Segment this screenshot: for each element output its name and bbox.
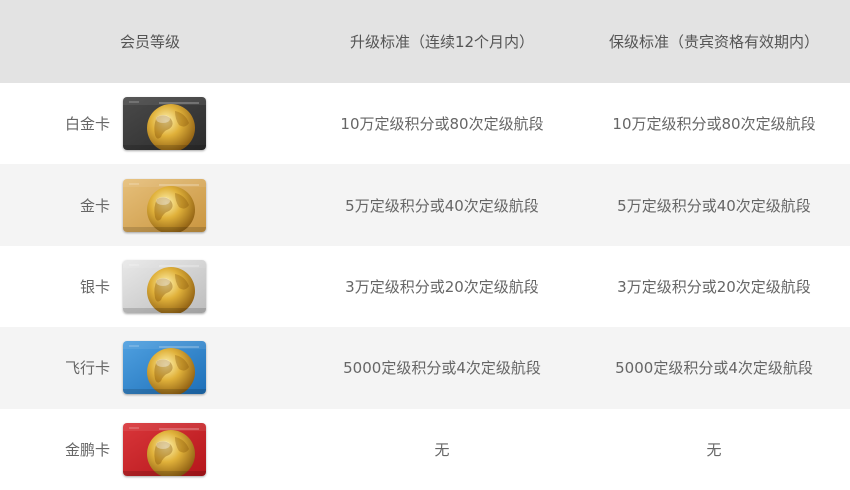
fortune-wings-card-image: [123, 422, 206, 476]
table-row: 飞行卡 5000定级积分或4次定级航段 5000定级积分或4次定级航段: [0, 327, 850, 409]
platinum-card-image: [123, 97, 206, 151]
header-upgrade: 升级标准（连续12个月内）: [349, 33, 535, 51]
upgrade-criteria: 3万定级积分或20次定级航段: [345, 277, 539, 296]
table-row: 白金卡 10万定级积分或80次定级航段 10万定级积分或80次定级航段: [0, 83, 850, 164]
card-globe-icon: [123, 97, 206, 151]
membership-table: 会员等级 升级标准（连续12个月内） 保级标准（贵宾资格有效期内） 白金卡 10…: [0, 0, 850, 490]
tier-name: 银卡: [79, 277, 110, 296]
silver-card-image: [123, 259, 206, 313]
tier-name: 白金卡: [64, 115, 110, 134]
table-header: 会员等级 升级标准（连续12个月内） 保级标准（贵宾资格有效期内）: [0, 0, 850, 83]
card-globe-icon: [123, 259, 206, 313]
retain-criteria: 3万定级积分或20次定级航段: [617, 277, 811, 296]
upgrade-criteria: 10万定级积分或80次定级航段: [340, 115, 544, 134]
card-globe-icon: [123, 178, 206, 232]
upgrade-criteria: 5万定级积分或40次定级航段: [345, 196, 539, 215]
upgrade-criteria: 无: [434, 440, 450, 459]
flight-card-image: [123, 341, 206, 395]
card-globe-icon: [123, 422, 206, 476]
retain-criteria: 无: [706, 440, 722, 459]
gold-card-image: [123, 178, 206, 232]
header-tier: 会员等级: [120, 33, 181, 51]
header-retain: 保级标准（贵宾资格有效期内）: [608, 33, 819, 51]
table-row: 银卡 3万定级积分或20次定级航段 3万定级积分或20次定级航段: [0, 246, 850, 327]
tier-name: 飞行卡: [64, 359, 110, 378]
retain-criteria: 5000定级积分或4次定级航段: [615, 359, 813, 378]
upgrade-criteria: 5000定级积分或4次定级航段: [343, 359, 541, 378]
card-globe-icon: [123, 341, 206, 395]
tier-name: 金鹏卡: [64, 440, 110, 459]
retain-criteria: 10万定级积分或80次定级航段: [612, 115, 816, 134]
table-row: 金卡 5万定级积分或40次定级航段 5万定级积分或40次定级航段: [0, 164, 850, 246]
retain-criteria: 5万定级积分或40次定级航段: [617, 196, 811, 215]
tier-name: 金卡: [79, 196, 110, 215]
table-row: 金鹏卡 无 无: [0, 409, 850, 490]
